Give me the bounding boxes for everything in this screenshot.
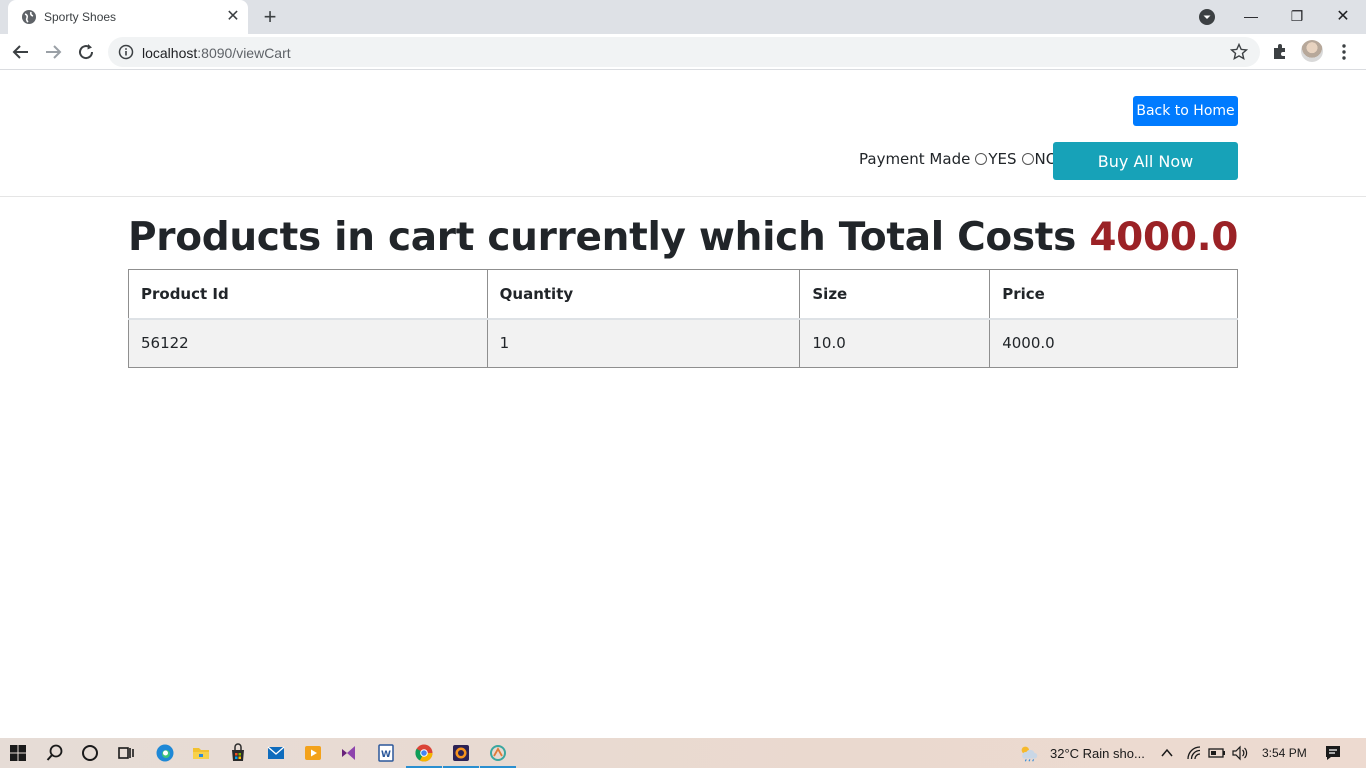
weather-icon[interactable]	[1018, 742, 1040, 764]
cart-heading-text: Products in cart currently which Total C…	[128, 215, 1077, 260]
payment-yes-label: YES	[988, 150, 1017, 168]
eclipse-ide-icon[interactable]	[450, 742, 472, 764]
store-icon[interactable]	[227, 742, 249, 764]
weather-text[interactable]: 32°C Rain sho...	[1050, 746, 1145, 761]
browser-tab[interactable]: Sporty Shoes ✕	[8, 0, 248, 34]
profile-avatar[interactable]	[1301, 40, 1323, 62]
back-to-home-button[interactable]: Back to Home	[1133, 96, 1238, 126]
cell-product-id: 56122	[128, 318, 488, 368]
tab-title: Sporty Shoes	[44, 10, 117, 24]
payment-no-radio[interactable]	[1021, 153, 1034, 165]
chevron-up-icon[interactable]	[1156, 742, 1178, 764]
cell-size: 10.0	[799, 318, 991, 368]
url-text: localhost:8090/viewCart	[142, 45, 291, 61]
url-path: :8090/viewCart	[197, 45, 291, 61]
svg-text:W: W	[381, 750, 391, 760]
extensions-puzzle-icon[interactable]	[1270, 42, 1290, 62]
clock-time[interactable]: 3:54 PM	[1262, 746, 1307, 760]
app-icon[interactable]	[487, 742, 509, 764]
info-icon[interactable]	[118, 44, 134, 60]
tab-search-icon[interactable]	[1198, 8, 1216, 26]
file-explorer-icon[interactable]	[190, 742, 212, 764]
window-close-icon[interactable]: ✕	[1320, 0, 1366, 32]
buy-all-now-button[interactable]: Buy All Now	[1053, 142, 1238, 180]
edge-browser-icon[interactable]	[154, 742, 176, 764]
notification-icon[interactable]	[1322, 742, 1344, 764]
media-player-icon[interactable]	[302, 742, 324, 764]
address-bar[interactable]: localhost:8090/viewCart	[108, 37, 1260, 67]
column-header-product-id: Product Id	[128, 269, 488, 320]
search-icon[interactable]	[44, 742, 66, 764]
word-icon[interactable]: W	[375, 742, 397, 764]
task-view-icon[interactable]	[115, 742, 137, 764]
bookmark-star-icon[interactable]	[1230, 43, 1248, 61]
cell-price: 4000.0	[989, 318, 1238, 368]
more-menu-icon[interactable]	[1334, 42, 1354, 62]
windows-start-icon[interactable]	[7, 742, 29, 764]
visual-studio-icon[interactable]	[338, 742, 360, 764]
cart-table: Product Id Quantity Size Price 56122 1 1…	[128, 269, 1238, 368]
cart-total-amount: 4000.0	[1089, 215, 1239, 260]
new-tab-icon[interactable]: +	[258, 5, 282, 29]
close-tab-icon[interactable]: ✕	[224, 8, 242, 26]
column-header-quantity: Quantity	[486, 269, 801, 320]
forward-arrow-icon[interactable]	[40, 39, 66, 65]
reload-icon[interactable]	[73, 39, 99, 65]
battery-icon[interactable]	[1206, 742, 1228, 764]
cart-heading: Products in cart currently which Total C…	[128, 215, 1238, 260]
table-row: 56122 1 10.0 4000.0	[128, 318, 1238, 368]
chrome-icon[interactable]	[413, 742, 435, 764]
browser-tab-strip: Sporty Shoes ✕ + — ❐ ✕	[0, 0, 1366, 34]
column-header-price: Price	[989, 269, 1238, 320]
column-header-size: Size	[799, 269, 991, 320]
header-divider	[0, 196, 1366, 197]
url-host: localhost	[142, 45, 198, 61]
payment-made-group: Payment Made YES NO	[859, 150, 1058, 168]
minimize-icon[interactable]: —	[1228, 0, 1274, 32]
restore-icon[interactable]: ❐	[1274, 0, 1320, 32]
payment-made-label: Payment Made	[859, 150, 971, 168]
volume-icon[interactable]	[1229, 742, 1251, 764]
table-header-row: Product Id Quantity Size Price	[128, 269, 1238, 320]
cortana-icon[interactable]	[79, 742, 101, 764]
back-arrow-icon[interactable]	[8, 39, 34, 65]
windows-taskbar: W 32°C Rain sho... 3:54 PM	[0, 738, 1366, 768]
globe-icon	[22, 10, 36, 24]
browser-toolbar: localhost:8090/viewCart	[0, 34, 1366, 70]
page-content: Back to Home Payment Made YES NO Buy All…	[0, 71, 1366, 738]
mail-icon[interactable]	[265, 742, 287, 764]
cell-quantity: 1	[486, 318, 801, 368]
payment-yes-radio[interactable]	[975, 153, 988, 165]
wifi-icon[interactable]	[1183, 742, 1205, 764]
